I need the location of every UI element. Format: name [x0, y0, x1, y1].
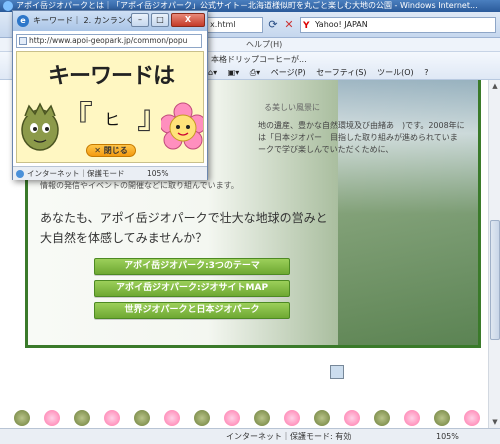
status-zoom[interactable]: 105%	[436, 429, 459, 444]
feed-icon[interactable]: ▣▾	[228, 68, 240, 77]
main-window-title-text: アポイ岳ジオパークとは｜「アポイ岳ジオパーク」公式サイト－北海道様似町を丸ごと楽…	[16, 1, 478, 10]
bracket-left: 『	[61, 98, 94, 136]
popup-url: http://www.apoi-geopark.jp/common/popu	[29, 36, 188, 45]
green-mascot-icon	[21, 102, 59, 151]
keyword-character: ヒ	[103, 110, 120, 129]
search-input[interactable]: Y Yahoo! JAPAN	[300, 17, 496, 33]
mascot-decoration-row	[0, 408, 488, 428]
maximize-button[interactable]: □	[151, 13, 169, 27]
close-label: 閉じる	[103, 146, 128, 155]
pink-flower-mascot-icon	[161, 102, 203, 150]
print-icon[interactable]: ⎙▾	[250, 68, 260, 77]
popup-title: キーワード｜ 2. カンランく...	[33, 16, 142, 25]
address-bar-fragment[interactable]: x.html	[207, 17, 263, 33]
scroll-down-icon[interactable]: ▼	[490, 417, 500, 427]
scroll-up-icon[interactable]: ▲	[490, 81, 500, 91]
mascot-green-icon	[74, 410, 90, 426]
popup-status-zoom[interactable]: 105%	[147, 167, 168, 180]
mascot-pink-icon	[224, 410, 240, 426]
invitation-line-2: 大自然を体感してみませんか？	[40, 231, 208, 245]
keyword-card: キーワードは 『 ヒ 』 ✕ 閉じる	[16, 51, 204, 163]
mascot-green-icon	[254, 410, 270, 426]
geosite-map-link-button[interactable]: アポイ岳ジオパーク:ジオサイトMAP	[94, 280, 290, 297]
mascot-green-icon	[14, 410, 30, 426]
info-line: 情報の発信やイベントの開催などに取り組んでいます。	[40, 181, 239, 190]
themes-link-button[interactable]: アポイ岳ジオパーク:3つのテーマ	[94, 258, 290, 275]
help-icon[interactable]: ?	[424, 68, 428, 77]
popup-close-button[interactable]: ✕ 閉じる	[86, 144, 136, 157]
mascot-green-icon	[434, 410, 450, 426]
close-x-icon: ✕	[94, 146, 104, 155]
popup-status-bar: インターネット｜保護モード 105%	[13, 166, 207, 180]
command-bar: ⌂▾ ▣▾ ⎙▾ ページ(P) セーフティ(S) ツール(O) ?	[208, 67, 498, 79]
mascot-pink-icon	[464, 410, 480, 426]
status-bar: インターネット｜保護モード: 有効 105%	[0, 428, 500, 444]
world-geopark-link-button[interactable]: 世界ジオパークと日本ジオパーク	[94, 302, 290, 319]
mascot-pink-icon	[44, 410, 60, 426]
page-menu[interactable]: ページ(P)	[271, 68, 306, 77]
invitation-text: あなたも、アポイ岳ジオパークで壮大な地球の営みと 大自然を体感してみませんか？	[40, 208, 328, 248]
refresh-icon[interactable]: ⟳	[266, 18, 280, 32]
favorites-link[interactable]: 本格ドリップコーヒーが...	[211, 54, 307, 65]
invitation-line-1: あなたも、アポイ岳ジオパークで壮大な地球の営みと	[40, 211, 328, 225]
page-icon	[19, 37, 27, 45]
mascot-green-icon	[134, 410, 150, 426]
status-zone: インターネット｜保護モード: 有効	[226, 432, 352, 441]
mascot-pink-icon	[404, 410, 420, 426]
search-provider-label: Yahoo! JAPAN	[315, 20, 368, 29]
close-window-button[interactable]: X	[171, 13, 205, 27]
minimize-button[interactable]: –	[131, 13, 149, 27]
yahoo-icon: Y	[303, 21, 310, 31]
menu-help[interactable]: ヘルプ(H)	[246, 38, 282, 52]
safety-menu[interactable]: セーフティ(S)	[316, 68, 366, 77]
popup-status-zone: インターネット｜保護モード	[27, 169, 125, 178]
small-image-icon[interactable]	[330, 365, 344, 379]
tools-menu[interactable]: ツール(O)	[377, 68, 414, 77]
mascot-pink-icon	[284, 410, 300, 426]
intro-top-line: る美しい風景に	[264, 103, 320, 112]
browser-screen: アポイ岳ジオパークとは｜「アポイ岳ジオパーク」公式サイト－北海道様似町を丸ごと楽…	[0, 0, 500, 444]
intro-text: 地の遺産、豊かな自然環境及び由緒あ )です。2008年には「日本ジオパー 目指し…	[258, 121, 466, 154]
vertical-scrollbar[interactable]: ▲ ▼	[488, 80, 500, 428]
mascot-pink-icon	[104, 410, 120, 426]
mascot-green-icon	[314, 410, 330, 426]
globe-icon	[16, 170, 24, 178]
scroll-thumb[interactable]	[490, 220, 500, 340]
mascot-pink-icon	[344, 410, 360, 426]
keyword-popup-window: e キーワード｜ 2. カンランく... – □ X http://www.ap…	[12, 10, 208, 180]
stop-icon[interactable]: ✕	[282, 18, 296, 32]
mascot-pink-icon	[164, 410, 180, 426]
mascot-green-icon	[194, 410, 210, 426]
popup-title-bar: e キーワード｜ 2. カンランく... – □ X	[13, 11, 207, 31]
ie-logo-icon: e	[17, 15, 29, 27]
home-icon[interactable]: ⌂▾	[208, 68, 217, 77]
keyword-heading: キーワードは	[47, 64, 175, 89]
popup-address-bar[interactable]: http://www.apoi-geopark.jp/common/popu	[16, 34, 202, 48]
mascot-green-icon	[374, 410, 390, 426]
